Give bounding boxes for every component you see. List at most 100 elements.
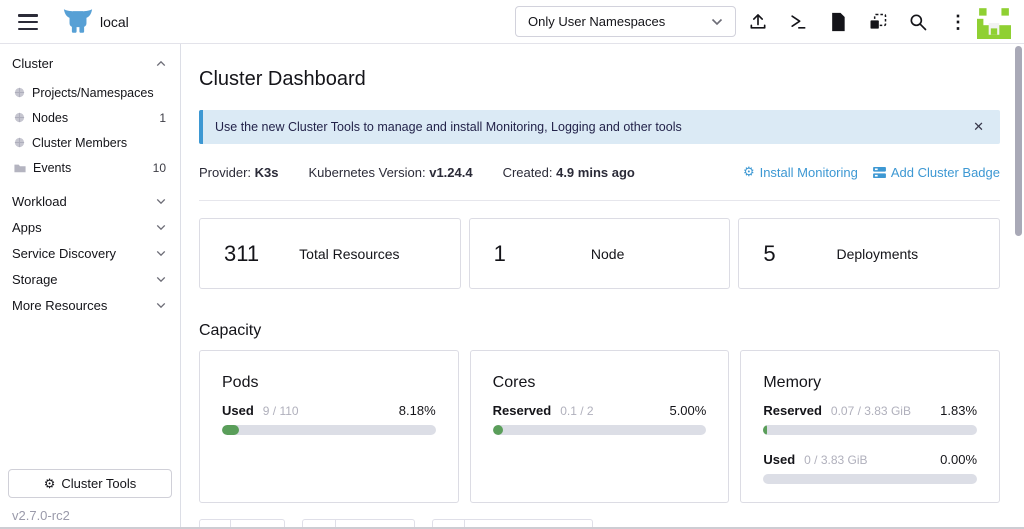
sidebar-group-cluster[interactable]: Cluster bbox=[0, 44, 180, 80]
progress-bar-fill bbox=[222, 425, 239, 435]
capacity-card-title: Cores bbox=[493, 374, 707, 392]
stat-card-node[interactable]: 1 Node bbox=[469, 218, 731, 289]
cluster-name: local bbox=[100, 14, 129, 30]
sidebar-group-storage[interactable]: Storage bbox=[0, 266, 180, 292]
globe-icon bbox=[14, 137, 25, 148]
cluster-steer-logo-icon bbox=[62, 8, 94, 35]
sidebar-item-cluster-members[interactable]: Cluster Members bbox=[0, 130, 180, 155]
cluster-tools-button[interactable]: ⚙ Cluster Tools bbox=[8, 469, 172, 498]
sidebar-item-count: 1 bbox=[159, 111, 166, 125]
progress-bar bbox=[493, 425, 707, 435]
capacity-card-pods: Pods Used 9 / 110 8.18% bbox=[199, 350, 459, 503]
sidebar-group-label: More Resources bbox=[12, 298, 107, 313]
sidebar-item-label: Projects/Namespaces bbox=[32, 86, 166, 100]
stats-row: 311 Total Resources 1 Node 5 Deployments bbox=[199, 218, 1000, 289]
namespace-filter-value: Only User Namespaces bbox=[528, 14, 665, 29]
created-label: Created: bbox=[503, 165, 553, 180]
sidebar-group-label: Cluster bbox=[12, 56, 53, 71]
progress-bar bbox=[222, 425, 436, 435]
sidebar-item-label: Cluster Members bbox=[32, 136, 166, 150]
capacity-card-cores: Cores Reserved 0.1 / 2 5.00% bbox=[470, 350, 730, 503]
cluster-tools-label: Cluster Tools bbox=[61, 476, 136, 491]
sidebar-item-events[interactable]: Events 10 bbox=[0, 155, 180, 180]
gear-icon: ⚙ bbox=[44, 476, 56, 492]
cluster-tools-banner: Use the new Cluster Tools to manage and … bbox=[199, 110, 1000, 144]
stat-value: 5 bbox=[763, 241, 775, 267]
globe-icon bbox=[14, 87, 25, 98]
globe-icon bbox=[14, 112, 25, 123]
sidebar-group-apps[interactable]: Apps bbox=[0, 214, 180, 240]
progress-bar-fill bbox=[493, 425, 504, 435]
copy-kubeconfig-icon[interactable] bbox=[866, 10, 890, 34]
version-label: v2.7.0-rc2 bbox=[12, 508, 70, 523]
capacity-cards-row: Pods Used 9 / 110 8.18% Cores Reserved 0… bbox=[199, 350, 1000, 503]
chevron-down-icon bbox=[156, 302, 166, 309]
k8s-version-value: v1.24.4 bbox=[429, 165, 472, 180]
vertical-scrollbar[interactable] bbox=[1015, 46, 1022, 236]
created-meta: Created: 4.9 mins ago bbox=[503, 165, 635, 180]
chevron-down-icon bbox=[156, 224, 166, 231]
chevron-down-icon bbox=[156, 198, 166, 205]
provider-value: K3s bbox=[255, 165, 279, 180]
progress-bar bbox=[763, 425, 977, 435]
sidebar-group-more-resources[interactable]: More Resources bbox=[0, 292, 180, 318]
import-yaml-upload-icon[interactable] bbox=[746, 10, 770, 34]
page-title: Cluster Dashboard bbox=[199, 68, 1000, 91]
install-monitoring-label: Install Monitoring bbox=[760, 165, 858, 180]
namespace-filter-dropdown[interactable]: Only User Namespaces bbox=[515, 6, 736, 37]
kebab-menu-icon[interactable]: ⋮ bbox=[946, 10, 970, 34]
metric-fraction: 0.07 / 3.83 GiB bbox=[831, 404, 940, 418]
stat-value: 1 bbox=[494, 241, 506, 267]
search-icon[interactable] bbox=[906, 10, 930, 34]
metric-label: Used bbox=[763, 452, 795, 467]
metric-label: Reserved bbox=[493, 403, 552, 418]
stat-label: Node bbox=[506, 246, 729, 262]
main-content: Cluster Dashboard Use the new Cluster To… bbox=[182, 45, 1024, 529]
sidebar-group-label: Storage bbox=[12, 272, 58, 287]
capacity-metric-line: Reserved 0.1 / 2 5.00% bbox=[493, 403, 707, 418]
install-monitoring-link[interactable]: ⚙ Install Monitoring bbox=[743, 164, 858, 180]
stat-card-deployments[interactable]: 5 Deployments bbox=[738, 218, 1000, 289]
sidebar-group-label: Workload bbox=[12, 194, 67, 209]
provider-meta: Provider: K3s bbox=[199, 165, 279, 180]
provider-label: Provider: bbox=[199, 165, 251, 180]
sidebar-item-count: 10 bbox=[153, 161, 166, 175]
progress-bar bbox=[763, 474, 977, 484]
sidebar-item-nodes[interactable]: Nodes 1 bbox=[0, 105, 180, 130]
metric-percent: 5.00% bbox=[669, 403, 706, 418]
user-avatar[interactable] bbox=[977, 5, 1011, 39]
capacity-card-title: Memory bbox=[763, 374, 977, 392]
capacity-card-memory: Memory Reserved 0.07 / 3.83 GiB 1.83% Us… bbox=[740, 350, 1000, 503]
capacity-metric-line: Used 0 / 3.83 GiB 0.00% bbox=[763, 452, 977, 467]
metric-percent: 1.83% bbox=[940, 403, 977, 418]
sidebar-item-projects-namespaces[interactable]: Projects/Namespaces bbox=[0, 80, 180, 105]
hamburger-menu-icon[interactable] bbox=[18, 14, 38, 30]
sidebar-group-service-discovery[interactable]: Service Discovery bbox=[0, 240, 180, 266]
k8s-version-label: Kubernetes Version: bbox=[309, 165, 426, 180]
banner-close-icon[interactable]: ✕ bbox=[971, 119, 986, 135]
metric-label: Reserved bbox=[763, 403, 822, 418]
cluster-meta-row: Provider: K3s Kubernetes Version: v1.24.… bbox=[199, 164, 1000, 180]
download-kubeconfig-file-icon[interactable] bbox=[826, 10, 850, 34]
banner-text: Use the new Cluster Tools to manage and … bbox=[215, 120, 682, 134]
top-header: local Only User Namespaces bbox=[0, 0, 1024, 44]
gear-icon: ⚙ bbox=[743, 164, 755, 180]
capacity-metric-line: Used 9 / 110 8.18% bbox=[222, 403, 436, 418]
section-divider bbox=[199, 200, 1000, 201]
folder-icon bbox=[14, 163, 26, 173]
sidebar-group-label: Service Discovery bbox=[12, 246, 116, 261]
metric-fraction: 9 / 110 bbox=[263, 404, 399, 418]
metric-percent: 0.00% bbox=[940, 452, 977, 467]
sidebar-group-label: Apps bbox=[12, 220, 42, 235]
sidebar-group-workload[interactable]: Workload bbox=[0, 188, 180, 214]
progress-bar-fill bbox=[763, 425, 767, 435]
kubectl-shell-icon[interactable] bbox=[786, 10, 810, 34]
stat-card-total-resources[interactable]: 311 Total Resources bbox=[199, 218, 461, 289]
stat-label: Total Resources bbox=[259, 246, 460, 262]
chevron-down-icon bbox=[156, 276, 166, 283]
capacity-section-title: Capacity bbox=[199, 322, 1000, 340]
chevron-down-icon bbox=[711, 18, 723, 26]
created-value: 4.9 mins ago bbox=[556, 165, 635, 180]
add-cluster-badge-link[interactable]: Add Cluster Badge bbox=[873, 164, 1000, 180]
chevron-up-icon bbox=[156, 60, 166, 67]
